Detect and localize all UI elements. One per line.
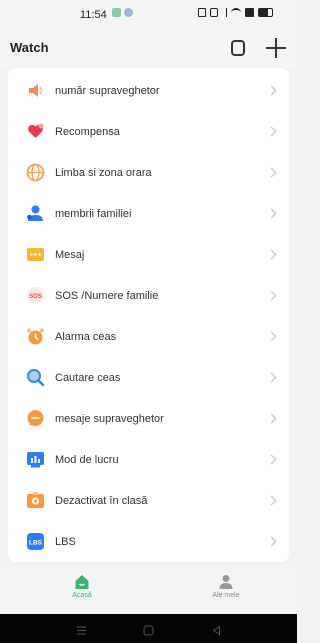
menu-item-work-mode[interactable]: Mod de lucru bbox=[8, 439, 289, 480]
menu-item-family-members[interactable]: membrii familiei bbox=[8, 193, 289, 234]
chevron-right-icon bbox=[266, 372, 277, 383]
menu-item-label: membrii familiei bbox=[55, 207, 132, 220]
chevron-right-icon bbox=[266, 208, 277, 219]
menu-item-message[interactable]: Mesaj bbox=[8, 234, 289, 275]
menu-item-label: Cautare ceas bbox=[55, 371, 121, 384]
chevron-right-icon bbox=[266, 495, 277, 506]
chevron-right-icon bbox=[266, 85, 277, 96]
lbs-icon-text: LBS bbox=[29, 540, 43, 547]
menu-item-reward[interactable]: Recompensa bbox=[8, 111, 289, 152]
chevron-right-icon bbox=[266, 331, 277, 342]
sim-icon bbox=[245, 8, 254, 17]
menu-nav-icon[interactable] bbox=[76, 623, 87, 641]
nav-tab-mine[interactable]: Ale mele bbox=[186, 574, 266, 599]
alarm-icon bbox=[26, 327, 45, 346]
menu-item-label: Limba si zona orara bbox=[55, 166, 152, 179]
app-notification-icon bbox=[124, 8, 133, 17]
bottom-nav: Acasă Ale mele bbox=[0, 570, 297, 614]
home-nav-icon[interactable] bbox=[143, 623, 154, 641]
chevron-right-icon bbox=[266, 126, 277, 137]
chevron-right-icon bbox=[266, 536, 277, 547]
menu-item-label: Dezactivat în clasă bbox=[55, 494, 148, 507]
watch-icon[interactable] bbox=[231, 40, 245, 56]
chevron-right-icon bbox=[266, 167, 277, 178]
globe-icon bbox=[26, 163, 45, 182]
lbs-icon: LBS bbox=[26, 532, 45, 551]
battery-icon bbox=[258, 8, 273, 17]
sos-icon-text: SOS bbox=[29, 294, 42, 300]
menu-item-lbs[interactable]: LBS LBS bbox=[8, 521, 289, 562]
chat-icon bbox=[26, 409, 45, 428]
app-notification-icon bbox=[112, 8, 121, 17]
menu-item-label: Mod de lucru bbox=[55, 453, 119, 466]
class-disable-icon bbox=[26, 491, 45, 510]
app-header: Watch bbox=[0, 28, 297, 68]
system-nav-bar bbox=[0, 614, 297, 643]
chevron-right-icon bbox=[266, 249, 277, 260]
menu-item-watch-alarm[interactable]: Alarma ceas bbox=[8, 316, 289, 357]
nav-label-mine: Ale mele bbox=[212, 592, 240, 599]
status-time: 11:54 bbox=[80, 9, 107, 21]
sos-icon: SOS bbox=[26, 286, 45, 305]
chevron-right-icon bbox=[266, 413, 277, 424]
user-icon bbox=[219, 575, 233, 589]
back-nav-icon[interactable] bbox=[211, 623, 222, 641]
notification-icons bbox=[112, 8, 133, 17]
settings-list: număr supraveghetor Recompensa Limba si … bbox=[8, 68, 289, 562]
menu-item-label: Mesaj bbox=[55, 248, 85, 261]
home-icon bbox=[75, 575, 89, 589]
system-status-icons bbox=[198, 8, 273, 17]
menu-item-find-watch[interactable]: Cautare ceas bbox=[8, 357, 289, 398]
message-icon bbox=[26, 245, 45, 264]
menu-item-language-timezone[interactable]: Limba si zona orara bbox=[8, 152, 289, 193]
speaker-icon bbox=[26, 81, 45, 100]
vibrate-icon bbox=[210, 8, 218, 17]
menu-item-label: Alarma ceas bbox=[55, 330, 117, 343]
chevron-right-icon bbox=[266, 454, 277, 465]
menu-item-supervisor-number[interactable]: număr supraveghetor bbox=[8, 70, 289, 111]
bluetooth-icon bbox=[222, 8, 227, 17]
menu-item-label: Recompensa bbox=[55, 125, 120, 138]
menu-item-sos-numbers[interactable]: SOS SOS /Numere familie bbox=[8, 275, 289, 316]
family-icon bbox=[26, 204, 45, 223]
nav-tab-home[interactable]: Acasă bbox=[42, 574, 122, 599]
menu-item-class-disabled[interactable]: Dezactivat în clasă bbox=[8, 480, 289, 521]
wifi-icon bbox=[231, 8, 241, 17]
chevron-right-icon bbox=[266, 290, 277, 301]
menu-item-label: SOS /Numere familie bbox=[55, 289, 159, 302]
heart-icon bbox=[26, 122, 45, 141]
status-bar: 11:54 bbox=[0, 0, 297, 28]
work-mode-icon bbox=[26, 450, 45, 469]
menu-item-label: LBS bbox=[55, 535, 76, 548]
nav-label-home: Acasă bbox=[72, 592, 92, 599]
menu-item-label: număr supraveghetor bbox=[55, 84, 160, 97]
search-icon bbox=[26, 368, 45, 387]
page-title: Watch bbox=[10, 40, 49, 55]
nfc-icon bbox=[198, 8, 206, 17]
menu-item-label: mesaje supraveghetor bbox=[55, 412, 164, 425]
menu-item-supervisor-messages[interactable]: mesaje supraveghetor bbox=[8, 398, 289, 439]
add-device-button[interactable] bbox=[265, 37, 287, 59]
